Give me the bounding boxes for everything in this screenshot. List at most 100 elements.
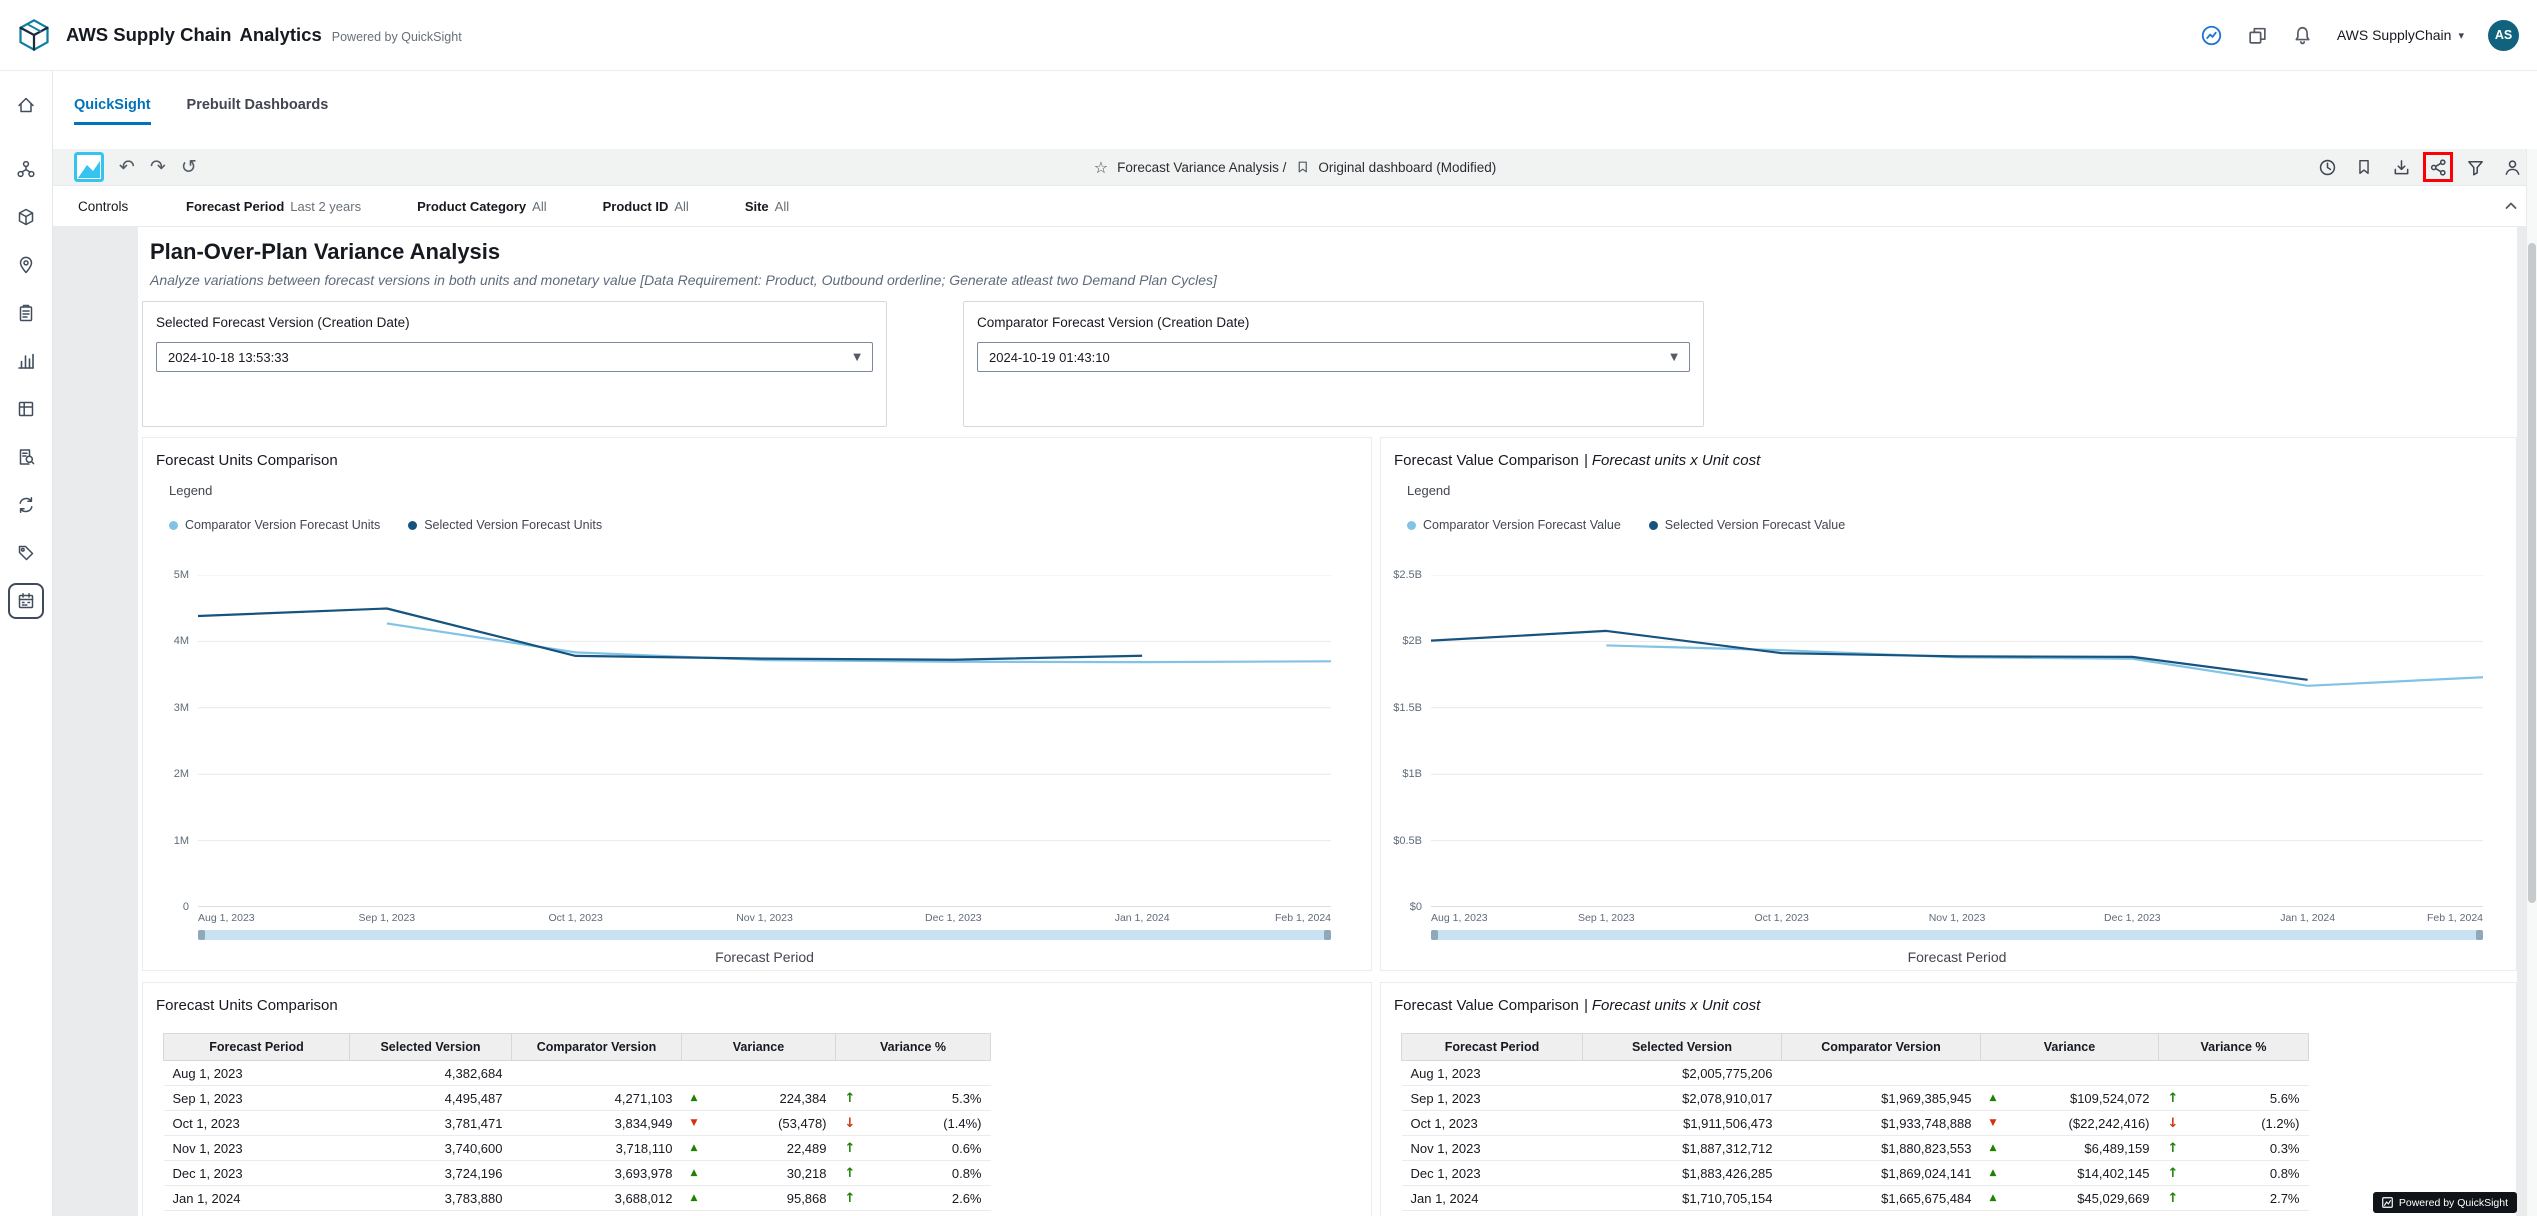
table-cell: $1,880,823,553 — [1782, 1136, 1981, 1161]
table-cell: $1,883,426,285 — [1583, 1161, 1782, 1186]
chevron-down-icon: ▼ — [1670, 352, 1678, 363]
column-header[interactable]: Forecast Period — [164, 1034, 350, 1061]
tab-quicksight[interactable]: QuickSight — [74, 97, 151, 125]
sidebar-item-demand-planning[interactable] — [8, 583, 44, 619]
chart-range-scrollbar[interactable] — [198, 930, 1331, 940]
chart-range-scrollbar[interactable] — [1431, 930, 2483, 940]
legend-item[interactable]: Comparator Version Forecast Value — [1407, 518, 1621, 532]
legend-item[interactable]: Selected Version Forecast Value — [1649, 518, 1845, 532]
column-header[interactable]: Variance % — [836, 1034, 991, 1061]
sidebar-item-home[interactable] — [8, 87, 44, 123]
table-cell: ↑0.6% — [836, 1136, 991, 1161]
grid-table-icon — [16, 399, 36, 419]
forecast-value-table-visual: Forecast Value Comparison| Forecast unit… — [1380, 982, 2517, 1216]
user-settings-button[interactable] — [2501, 156, 2523, 178]
table-cell — [1981, 1061, 2159, 1086]
column-header[interactable]: Selected Version — [350, 1034, 512, 1061]
quicksight-button[interactable] — [2200, 24, 2223, 47]
quicksight-analysis-tile-icon[interactable] — [74, 152, 104, 182]
y-axis-label: 3M — [174, 702, 189, 714]
table-cell: 3,693,978 — [512, 1161, 682, 1186]
down-arrow-icon: ↓ — [845, 1116, 856, 1131]
tab-prebuilt-dashboards[interactable]: Prebuilt Dashboards — [187, 97, 329, 125]
collapse-controls-button[interactable] — [2503, 198, 2519, 214]
table-cell: 3,740,600 — [350, 1136, 512, 1161]
comparator-forecast-version-dropdown[interactable]: 2024-10-19 01:43:10 ▼ — [977, 342, 1690, 372]
account-menu[interactable]: AWS SupplyChain ▾ — [2337, 27, 2464, 43]
legend-swatch-icon — [1649, 521, 1658, 530]
value-line-chart-plot[interactable] — [1431, 575, 2483, 907]
table-row: Sep 1, 20234,495,4874,271,103▲224,384↑5.… — [164, 1086, 991, 1111]
bookmark-button[interactable] — [2353, 156, 2375, 178]
selected-forecast-version-dropdown[interactable]: 2024-10-18 13:53:33 ▼ — [156, 342, 873, 372]
legend-item[interactable]: Comparator Version Forecast Units — [169, 518, 380, 532]
table-row: Sep 1, 2023$2,078,910,017$1,969,385,945▲… — [1402, 1086, 2309, 1111]
badge-label: Powered by QuickSight — [2399, 1197, 2508, 1209]
sidebar-item-orders[interactable] — [8, 199, 44, 235]
table-cell: Nov 1, 2023 — [164, 1136, 350, 1161]
sidebar-item-audit[interactable] — [8, 439, 44, 475]
filter-product-category[interactable]: Product CategoryAll — [417, 199, 547, 214]
notifications-button[interactable] — [2292, 25, 2313, 46]
x-axis-label: Jan 1, 2024 — [1115, 912, 1170, 924]
favorite-star-button[interactable]: ☆ — [1094, 158, 1108, 177]
vertical-scrollbar[interactable] — [2526, 149, 2537, 1216]
redo-button[interactable]: ↷ — [150, 158, 166, 177]
table-cell: Oct 1, 2023 — [1402, 1111, 1583, 1136]
undo-button[interactable]: ↶ — [119, 158, 135, 177]
legend-item[interactable]: Selected Version Forecast Units — [408, 518, 602, 532]
table-row: Jan 1, 20243,783,8803,688,012▲95,868↑2.6… — [164, 1186, 991, 1211]
table-cell: $1,969,385,945 — [1782, 1086, 1981, 1111]
visual-title: Forecast Units Comparison — [156, 452, 343, 469]
top-bar: AWS Supply ChainAnalyticsPowered by Quic… — [0, 0, 2537, 71]
sidebar-item-tags[interactable] — [8, 535, 44, 571]
column-header[interactable]: Comparator Version — [1782, 1034, 1981, 1061]
forecast-units-table-visual: Forecast Units Comparison Forecast Perio… — [142, 982, 1372, 1216]
sidebar-item-analytics[interactable] — [8, 343, 44, 379]
sidebar-item-plans[interactable] — [8, 295, 44, 331]
table-cell: $2,078,910,017 — [1583, 1086, 1782, 1111]
sidebar-item-sync[interactable] — [8, 487, 44, 523]
share-button[interactable] — [2427, 156, 2449, 178]
sidebar-item-locations[interactable] — [8, 247, 44, 283]
units-line-chart-plot[interactable] — [198, 575, 1331, 907]
y-axis-label: $1B — [1402, 768, 1422, 780]
table-cell — [512, 1061, 682, 1086]
table-cell: 4,271,103 — [512, 1086, 682, 1111]
filter-forecast-period[interactable]: Forecast PeriodLast 2 years — [186, 199, 361, 214]
app-switcher-button[interactable] — [2247, 25, 2268, 46]
table-cell: Dec 1, 2023 — [1402, 1161, 1583, 1186]
y-axis-label: $2.5B — [1393, 569, 1422, 581]
filter-product-id[interactable]: Product IDAll — [603, 199, 689, 214]
history-button[interactable] — [2316, 156, 2338, 178]
save-view-button[interactable] — [2390, 156, 2412, 178]
forecast-units-chart-visual: Forecast Units Comparison Legend Compara… — [142, 437, 1372, 971]
table-row: Nov 1, 2023$1,887,312,712$1,880,823,553▲… — [1402, 1136, 2309, 1161]
redo-icon: ↷ — [150, 156, 166, 178]
quicksight-mini-icon — [2382, 1197, 2393, 1208]
legend-label: Selected Version Forecast Units — [424, 518, 602, 532]
column-header[interactable]: Variance — [682, 1034, 836, 1061]
filter-site[interactable]: SiteAll — [745, 199, 789, 214]
brand: AWS Supply ChainAnalyticsPowered by Quic… — [16, 17, 462, 53]
column-header[interactable]: Variance — [1981, 1034, 2159, 1061]
column-header[interactable]: Selected Version — [1583, 1034, 1782, 1061]
filter-button[interactable] — [2464, 156, 2486, 178]
up-arrow-icon: ↑ — [845, 1091, 856, 1106]
reset-button[interactable]: ↺ — [181, 158, 197, 177]
sidebar-item-data[interactable] — [8, 391, 44, 427]
table-cell: 4,495,487 — [350, 1086, 512, 1111]
column-header[interactable]: Comparator Version — [512, 1034, 682, 1061]
table-cell: ▲224,384 — [682, 1086, 836, 1111]
clock-icon — [2318, 158, 2337, 177]
avatar[interactable]: AS — [2488, 20, 2519, 51]
scrollbar-thumb[interactable] — [2528, 243, 2536, 903]
save-icon — [2392, 158, 2411, 177]
table-cell: Oct 1, 2023 — [164, 1111, 350, 1136]
column-header[interactable]: Variance % — [2159, 1034, 2309, 1061]
column-header[interactable]: Forecast Period — [1402, 1034, 1583, 1061]
table-row: Oct 1, 20233,781,4713,834,949▼(53,478)↓(… — [164, 1111, 991, 1136]
sidebar-item-network[interactable] — [8, 151, 44, 187]
table-cell: Aug 1, 2023 — [1402, 1061, 1583, 1086]
y-axis-label: 1M — [174, 835, 189, 847]
